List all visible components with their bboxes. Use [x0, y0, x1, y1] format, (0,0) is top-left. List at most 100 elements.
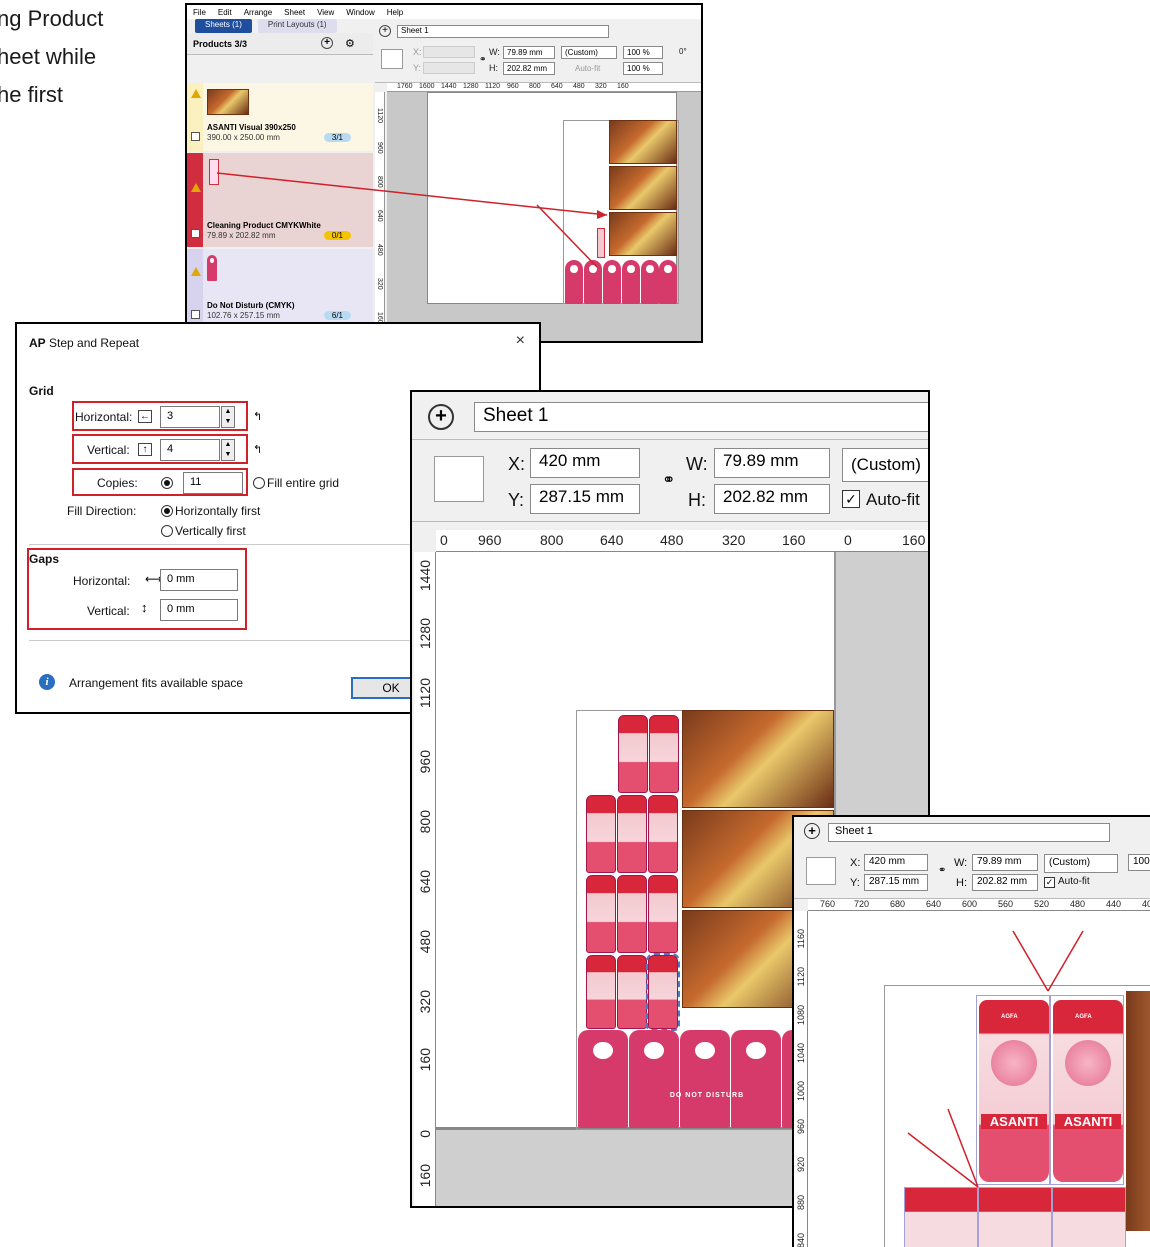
preset-select[interactable]: (Custom): [1044, 854, 1118, 873]
scale-x-field[interactable]: 100 %: [623, 46, 663, 59]
bottle-tile[interactable]: [617, 875, 647, 953]
product-item-do-not-disturb[interactable]: Do Not Disturb (CMYK) 102.76 x 257.15 mm…: [187, 249, 373, 329]
add-sheet-icon[interactable]: +: [428, 404, 454, 430]
placed-hanger-1[interactable]: [565, 260, 583, 304]
anchor-grid-icon[interactable]: [381, 49, 403, 69]
sheet-select[interactable]: Sheet 1: [474, 402, 928, 432]
gap-horizontal-field[interactable]: 0 mm: [160, 569, 238, 591]
vertically-first-radio[interactable]: [161, 525, 173, 537]
w-field[interactable]: 79.89 mm: [503, 46, 555, 59]
autofit-checkbox[interactable]: ✓: [1044, 877, 1055, 888]
sheet-select[interactable]: Sheet 1: [397, 25, 609, 38]
bottle-tile[interactable]: [586, 875, 616, 953]
toolbar: + Sheet 1 X: Y: W: H: ⚭ 79.89 mm 202.82 …: [375, 19, 701, 83]
h-field[interactable]: 202.82 mm: [503, 62, 555, 75]
add-sheet-icon[interactable]: +: [804, 823, 820, 839]
product-checkbox[interactable]: [191, 132, 200, 141]
horizontally-first-radio[interactable]: [161, 505, 173, 517]
placed-asanti-2[interactable]: [609, 166, 677, 210]
placed-asanti-1[interactable]: [682, 710, 834, 808]
copies-radio[interactable]: [161, 477, 173, 489]
sheet-select[interactable]: Sheet 1: [828, 823, 1110, 842]
y-field[interactable]: [423, 62, 475, 74]
y-field[interactable]: 287.15 mm: [864, 874, 928, 891]
door-hanger-tile[interactable]: [731, 1030, 781, 1128]
placed-asanti-1[interactable]: [609, 120, 677, 164]
placed-hanger-5[interactable]: [641, 260, 659, 304]
menu-window[interactable]: Window: [346, 8, 374, 17]
bottle-tile-selected[interactable]: [646, 953, 680, 1031]
bottle-tile[interactable]: [648, 875, 678, 953]
products-count: Products 3/3: [193, 39, 248, 49]
w-field[interactable]: 79.89 mm: [714, 448, 830, 478]
placed-hanger-4[interactable]: [622, 260, 640, 304]
tab-print-layouts[interactable]: Print Layouts (1): [257, 19, 337, 33]
bottle-tile[interactable]: [617, 955, 647, 1029]
canvas-area[interactable]: AGFA ASANTI AGFA ASANTI: [808, 911, 1150, 1247]
bottle-detail-4[interactable]: [978, 1187, 1052, 1247]
x-field[interactable]: 420 mm: [864, 854, 928, 871]
preset-select[interactable]: (Custom): [842, 448, 928, 482]
door-hanger-tile[interactable]: [680, 1030, 730, 1128]
close-icon[interactable]: ×: [516, 332, 525, 350]
bottle-tile[interactable]: [586, 955, 616, 1029]
reset-icon[interactable]: ↰: [253, 443, 262, 456]
autofit-checkbox[interactable]: Auto-fit: [575, 64, 600, 73]
bottle-detail-5[interactable]: [1052, 1187, 1126, 1247]
add-product-icon[interactable]: +: [321, 37, 333, 49]
add-sheet-icon[interactable]: +: [379, 25, 391, 37]
y-field[interactable]: 287.15 mm: [530, 484, 640, 514]
product-item-asanti[interactable]: ASANTI Visual 390x250 390.00 x 250.00 mm…: [187, 83, 373, 151]
autofit-checkbox[interactable]: ✓: [842, 490, 860, 508]
product-checkbox[interactable]: [191, 310, 200, 319]
bottle-tile[interactable]: [649, 715, 679, 793]
reset-icon[interactable]: ↰: [253, 410, 262, 423]
menu-arrange[interactable]: Arrange: [244, 8, 272, 17]
placed-cleaning[interactable]: [597, 228, 605, 258]
ruler-label: 1120: [417, 678, 433, 709]
canvas-area[interactable]: [387, 92, 701, 341]
placed-hanger-6[interactable]: [659, 260, 677, 304]
bottle-tile[interactable]: [618, 715, 648, 793]
stepper-buttons[interactable]: ▲ ▼: [221, 439, 235, 461]
bottle-detail-1[interactable]: AGFA ASANTI: [976, 995, 1050, 1185]
bottle-tile[interactable]: [586, 795, 616, 873]
copies-field[interactable]: 11: [183, 472, 243, 494]
door-hanger-tile[interactable]: [629, 1030, 679, 1128]
gear-icon[interactable]: ⚙: [345, 37, 355, 50]
fill-grid-radio[interactable]: [253, 477, 265, 489]
scale-field[interactable]: 100: [1128, 854, 1150, 871]
h-field[interactable]: 202.82 mm: [714, 484, 830, 514]
placed-hanger-2[interactable]: [584, 260, 602, 304]
door-hanger-tile[interactable]: [578, 1030, 628, 1128]
bottle-detail-2[interactable]: AGFA ASANTI: [1050, 995, 1124, 1185]
product-item-cleaning[interactable]: Cleaning Product CMYKWhite 79.89 x 202.8…: [187, 153, 373, 247]
placed-hanger-3[interactable]: [603, 260, 621, 304]
link-icon[interactable]: ⚭: [479, 54, 487, 65]
bottle-detail-3[interactable]: [904, 1187, 978, 1247]
menu-sheet[interactable]: Sheet: [284, 8, 305, 17]
h-field[interactable]: 202.82 mm: [972, 874, 1038, 891]
menu-edit[interactable]: Edit: [218, 8, 232, 17]
x-field[interactable]: [423, 46, 475, 58]
tab-sheets[interactable]: Sheets (1): [195, 19, 252, 33]
menu-help[interactable]: Help: [387, 8, 403, 17]
placed-asanti-3[interactable]: [609, 212, 677, 256]
menu-file[interactable]: File: [193, 8, 206, 17]
horizontal-stepper[interactable]: 3: [160, 406, 220, 428]
stepper-buttons[interactable]: ▲ ▼: [221, 406, 235, 428]
x-field[interactable]: 420 mm: [530, 448, 640, 478]
w-field[interactable]: 79.89 mm: [972, 854, 1038, 871]
anchor-grid-icon[interactable]: [806, 857, 836, 885]
link-icon[interactable]: ⚭: [938, 865, 946, 876]
product-checkbox[interactable]: [191, 229, 200, 238]
link-icon[interactable]: ⚭: [662, 470, 675, 490]
scale-y-field[interactable]: 100 %: [623, 62, 663, 75]
vertical-stepper[interactable]: 4: [160, 439, 220, 461]
bottle-tile[interactable]: [617, 795, 647, 873]
bottle-tile[interactable]: [648, 795, 678, 873]
gap-vertical-field[interactable]: 0 mm: [160, 599, 238, 621]
anchor-grid-icon[interactable]: [434, 456, 484, 502]
preset-select[interactable]: (Custom): [561, 46, 617, 59]
menu-view[interactable]: View: [317, 8, 334, 17]
